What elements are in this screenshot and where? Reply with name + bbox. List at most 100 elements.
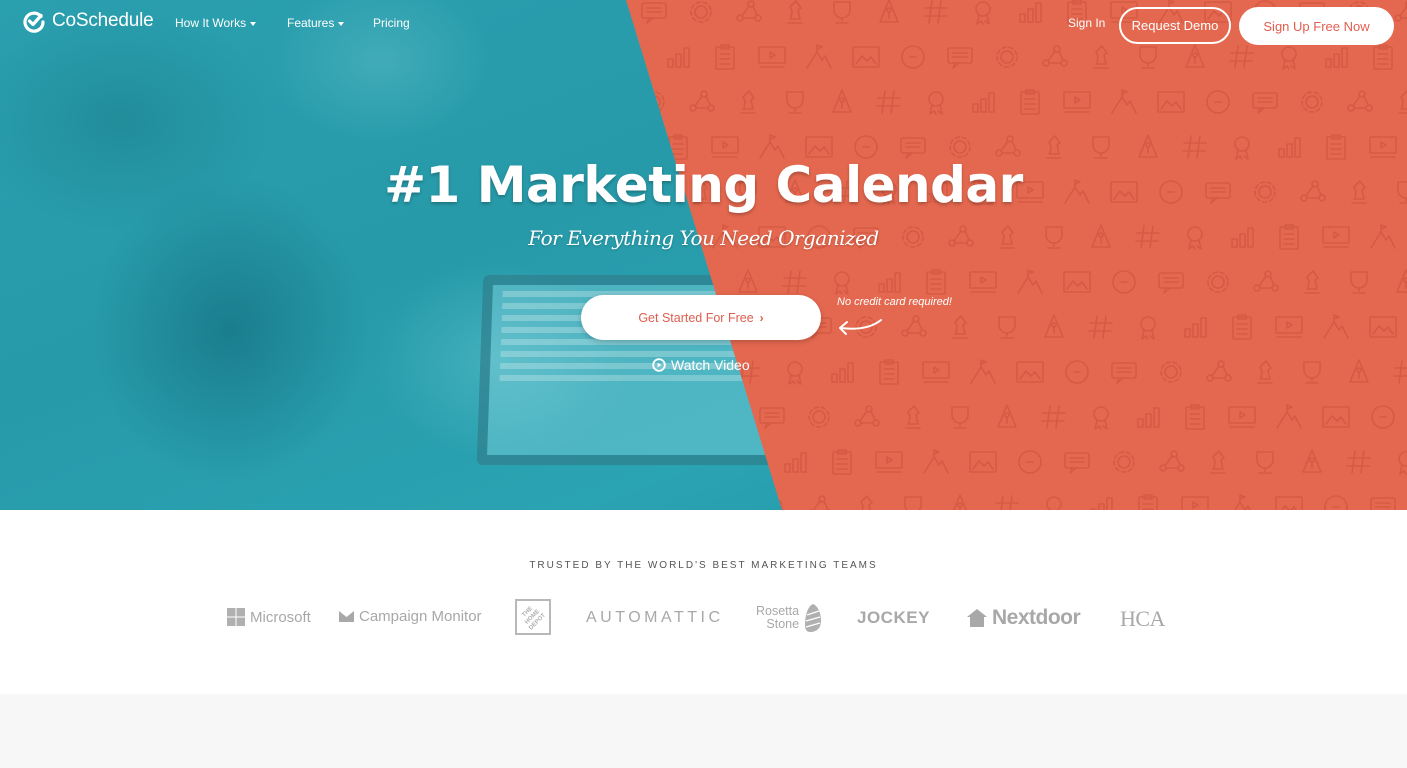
nav-pricing[interactable]: Pricing xyxy=(373,16,410,30)
house-icon xyxy=(967,609,987,627)
logo-jockey: JOCKEY xyxy=(857,608,930,628)
pattern-icon xyxy=(969,271,997,293)
pattern-icon xyxy=(1276,404,1302,429)
watch-video-label: Watch Video xyxy=(671,357,750,373)
pattern-icon xyxy=(832,449,852,475)
pattern-icon xyxy=(1373,44,1393,70)
pattern-icon xyxy=(901,315,927,337)
pattern-icon xyxy=(1064,452,1090,474)
pattern-icon xyxy=(689,90,715,112)
pattern-icon xyxy=(879,359,899,385)
hca-wordmark: HCA xyxy=(1120,606,1165,631)
logo-microsoft: Microsoft xyxy=(227,608,311,626)
pattern-icon xyxy=(834,271,850,295)
pattern-icon xyxy=(786,91,804,114)
pattern-icon xyxy=(854,405,880,427)
pattern-icon xyxy=(852,46,880,68)
pattern-icon xyxy=(1046,496,1062,510)
pattern-icon xyxy=(1111,362,1137,384)
pattern-icon xyxy=(928,91,944,115)
hero-headline: #1 Marketing Calendar xyxy=(384,156,1023,214)
hero-subheadline: For Everything You Need Organized xyxy=(528,226,879,250)
sign-in-link[interactable]: Sign In xyxy=(1068,16,1105,30)
pattern-icon xyxy=(831,362,854,383)
pattern-icon xyxy=(1093,406,1109,430)
nav-features[interactable]: Features xyxy=(287,16,345,30)
coschedule-logo[interactable]: CoSchedule xyxy=(22,9,154,33)
pattern-icon xyxy=(1275,316,1303,338)
caret-down-icon xyxy=(338,22,345,26)
brand-name: CoSchedule xyxy=(52,10,154,31)
pattern-icon xyxy=(878,272,901,293)
rosetta-stone-wordmark: Rosetta Stone xyxy=(756,605,799,631)
pattern-icon xyxy=(1210,450,1226,474)
pattern-icon xyxy=(949,136,971,158)
get-started-label: Get Started For Free xyxy=(638,310,754,325)
nav-how-it-works[interactable]: How It Works xyxy=(175,16,257,30)
request-demo-button[interactable]: Request Demo xyxy=(1119,7,1231,44)
pattern-icon xyxy=(1206,360,1232,382)
pattern-icon xyxy=(1139,46,1157,69)
trusted-by-title: TRUSTED BY THE WORLD'S BEST MARKETING TE… xyxy=(529,560,878,571)
pattern-icon xyxy=(876,90,901,114)
logo-rosetta-stone: Rosetta Stone xyxy=(756,603,822,633)
pattern-icon xyxy=(1018,450,1042,474)
pattern-icon xyxy=(1042,45,1068,67)
caret-down-icon xyxy=(250,22,257,26)
trusted-by-section: TRUSTED BY THE WORLD'S BEST MARKETING TE… xyxy=(0,510,1407,694)
sign-up-button[interactable]: Sign Up Free Now xyxy=(1239,7,1394,45)
pattern-icon xyxy=(1370,497,1396,510)
curved-arrow-icon xyxy=(839,319,882,335)
pattern-icon xyxy=(667,47,690,68)
pattern-icon xyxy=(1304,270,1320,294)
pattern-icon xyxy=(1184,317,1207,338)
pattern-icon xyxy=(952,315,968,339)
pattern-icon xyxy=(740,90,756,114)
pattern-icon xyxy=(1232,314,1252,340)
pattern-icon xyxy=(1252,92,1278,114)
pattern-icon xyxy=(759,407,785,429)
logo-campaign-monitor: Campaign Monitor xyxy=(339,608,482,625)
play-circle-icon xyxy=(652,358,666,372)
pattern-icon xyxy=(1228,406,1256,428)
pattern-icon xyxy=(1256,451,1274,474)
pattern-icon xyxy=(1112,270,1136,294)
nav-features-label: Features xyxy=(287,16,335,30)
get-started-button[interactable]: Get Started For Free › xyxy=(581,295,821,340)
logo-hca: HCA xyxy=(1120,606,1165,632)
pattern-icon xyxy=(1111,89,1137,114)
pattern-icon xyxy=(784,452,807,473)
pattern-icon xyxy=(1346,450,1371,474)
pattern-icon xyxy=(1303,361,1321,384)
pattern-icon xyxy=(1371,405,1395,429)
pattern-icon xyxy=(715,44,735,70)
pattern-icon xyxy=(1278,137,1301,158)
pattern-icon xyxy=(1044,314,1064,338)
pattern-icon xyxy=(996,46,1018,68)
pattern-icon xyxy=(1349,359,1369,383)
pattern-icon xyxy=(1017,269,1043,294)
pattern-icon xyxy=(1063,91,1091,113)
pattern-icon xyxy=(1140,316,1156,340)
pattern-icon xyxy=(832,89,852,113)
pattern-icon xyxy=(1324,495,1348,510)
home-depot-badge: THE HOME DEPOT xyxy=(515,599,551,635)
pattern-icon xyxy=(1323,314,1349,339)
next-section-background xyxy=(0,694,1407,768)
watch-video-link[interactable]: Watch Video xyxy=(652,357,750,373)
logo-automattic: AUTOMATTIC xyxy=(586,609,724,627)
pattern-icon xyxy=(1398,90,1407,114)
pattern-icon xyxy=(900,137,926,159)
logo-nextdoor: Nextdoor xyxy=(967,606,1081,630)
pattern-icon xyxy=(1063,271,1091,293)
pattern-icon xyxy=(1229,45,1254,69)
pattern-icon xyxy=(1234,494,1251,510)
logo-home-depot: THE HOME DEPOT xyxy=(515,599,551,635)
pattern-icon xyxy=(1325,47,1348,68)
pattern-icon xyxy=(1350,271,1368,294)
pattern-icon xyxy=(787,361,803,385)
automattic-wordmark: AUTOMATTIC xyxy=(586,609,724,626)
pattern-icon xyxy=(808,495,832,510)
pattern-icon xyxy=(1206,90,1230,114)
pattern-icon xyxy=(806,44,832,69)
